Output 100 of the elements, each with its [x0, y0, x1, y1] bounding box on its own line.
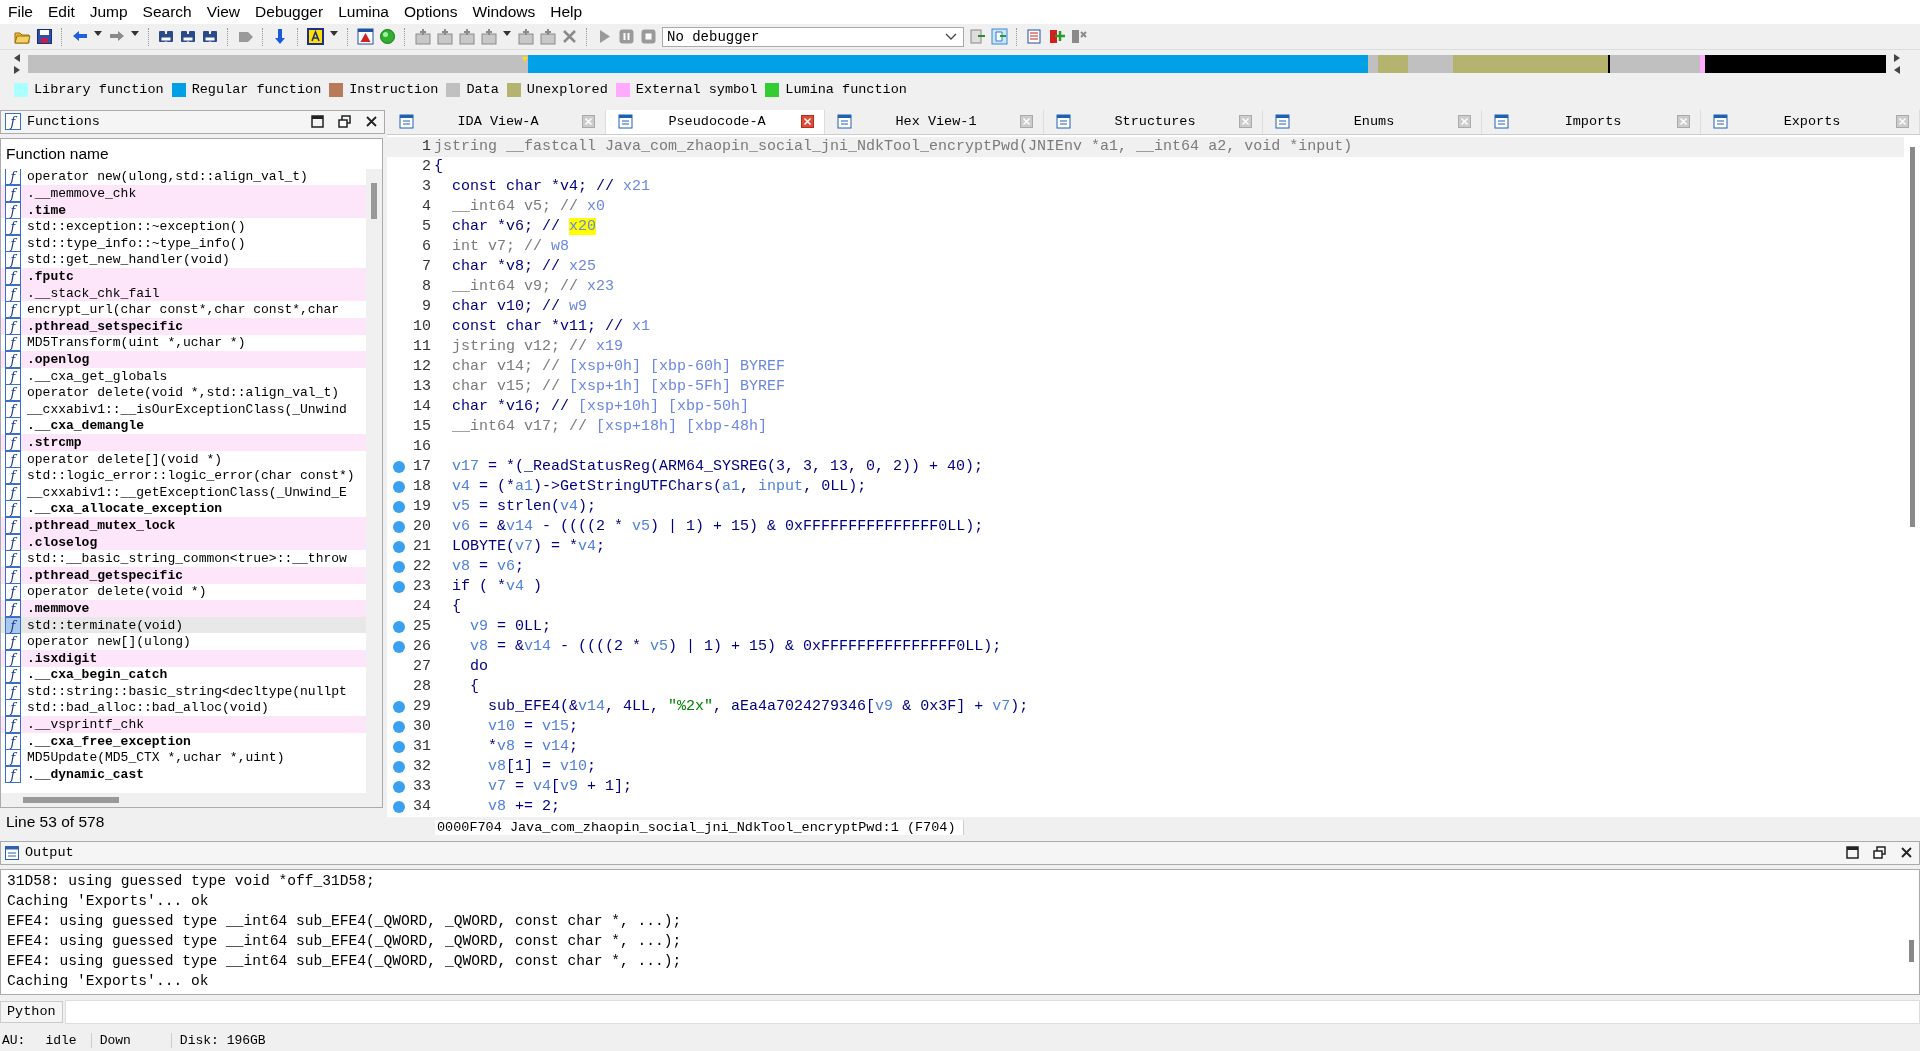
scroll-arrows-icon[interactable]	[12, 53, 22, 76]
function-row[interactable]: f encrypt_url(char const*,char const*,char	[1, 301, 366, 319]
list-icon[interactable]	[1026, 28, 1043, 45]
function-row[interactable]: f std::get_new_handler(void)	[1, 251, 366, 269]
function-row[interactable]: f .__cxa_get_globals	[1, 367, 366, 385]
breakpoint-dot[interactable]	[393, 640, 405, 653]
breakpoint-dot[interactable]	[393, 480, 405, 493]
add-icon[interactable]	[458, 28, 475, 45]
function-row[interactable]: f .isxdigit	[1, 649, 366, 667]
function-row[interactable]: f .__cxa_begin_catch	[1, 666, 366, 684]
function-icon: f	[5, 351, 21, 368]
function-row[interactable]: f .fputc	[1, 268, 366, 285]
scroll-arrows-icon[interactable]	[1892, 53, 1902, 76]
function-row[interactable]: f .__memmove_chk	[1, 185, 366, 202]
function-row[interactable]: f MD5Transform(uint *,uchar *)	[1, 334, 366, 352]
function-row[interactable]: f .__cxa_demangle	[1, 417, 366, 435]
function-row[interactable]: f .__vsprintf_chk	[1, 716, 366, 733]
letter-box-icon[interactable]	[307, 28, 324, 45]
function-row[interactable]: f MD5Update(MD5_CTX *,uchar *,uint)	[1, 749, 366, 767]
close-icon[interactable]	[801, 115, 814, 129]
breakpoint-dot[interactable]	[393, 540, 405, 553]
breakpoint-dot[interactable]	[393, 520, 405, 533]
add-icon[interactable]	[539, 28, 556, 45]
function-row[interactable]: f std::logic_error::logic_error(char const*)	[1, 467, 366, 484]
breakpoint-dot[interactable]	[393, 460, 405, 473]
function-row[interactable]: f .__cxa_free_exception	[1, 732, 366, 750]
function-row[interactable]: f operator delete[](void *)	[1, 450, 366, 468]
function-row[interactable]: f std::bad_alloc::bad_alloc(void)	[1, 699, 366, 717]
command-field[interactable]	[64, 999, 1920, 1024]
close-icon[interactable]	[365, 115, 378, 129]
add-icon[interactable]	[436, 28, 453, 45]
restore-icon[interactable]	[338, 115, 351, 129]
breakpoint-dot[interactable]	[393, 720, 405, 733]
add-icon[interactable]	[517, 28, 534, 45]
close-icon[interactable]	[1900, 846, 1913, 860]
function-row[interactable]: f .memmove	[1, 600, 366, 617]
restore-icon[interactable]	[1873, 846, 1886, 860]
maximize-icon[interactable]	[1846, 846, 1859, 860]
scrollbar-thumb[interactable]	[23, 796, 119, 803]
function-row[interactable]: f .__dynamic_cast	[1, 766, 366, 783]
breakpoint-dot[interactable]	[393, 580, 405, 593]
function-row[interactable]: f __cxxabiv1::__getExceptionClass(_Unwind_E	[1, 483, 366, 501]
scrollbar-thumb[interactable]	[1909, 146, 1915, 527]
menu-item[interactable]: Lumina	[332, 2, 398, 21]
breakpoint-dot[interactable]	[393, 760, 405, 773]
menu-item[interactable]: File	[2, 2, 42, 21]
status-text: idle	[45, 1033, 92, 1049]
stop-icon[interactable]	[640, 28, 657, 45]
column-header[interactable]: Function name	[1, 138, 382, 169]
function-row[interactable]: f operator new[](ulong)	[1, 633, 366, 650]
breakpoint-dot[interactable]	[393, 800, 405, 813]
tab[interactable]: Pseudocode-A	[606, 109, 825, 134]
breakpoint-dot[interactable]	[393, 700, 405, 713]
scrollbar-thumb[interactable]	[1908, 939, 1914, 962]
scrollbar-thumb[interactable]	[371, 182, 377, 219]
output-line: EFE4: using guessed type __int64 sub_EFE4(_QWORD, _QWORD, const char *, ...);	[7, 951, 683, 971]
breakpoint-dot[interactable]	[393, 560, 405, 573]
add-icon[interactable]	[480, 28, 497, 45]
function-row[interactable]: f .pthread_mutex_lock	[1, 517, 366, 534]
document-icon	[1494, 114, 1509, 130]
function-row[interactable]: f operator new(ulong,std::align_val_t)	[1, 168, 366, 186]
function-row[interactable]: f std::type_info::~type_info()	[1, 235, 366, 252]
function-row[interactable]: f .openlog	[1, 351, 366, 368]
function-row[interactable]: f .pthread_getspecific	[1, 566, 366, 584]
function-row[interactable]: f __cxxabiv1::__isOurExceptionClass(_Unwind	[1, 401, 366, 418]
breakpoint-dot[interactable]	[393, 500, 405, 513]
breakpoint-dot[interactable]	[393, 740, 405, 753]
circle-icon[interactable]	[379, 28, 396, 45]
function-row[interactable]: f std::__basic_string_common<true>::__throw	[1, 550, 366, 567]
function-row[interactable]: f .strcmp	[1, 434, 366, 451]
window-icon	[5, 845, 19, 860]
maximize-icon[interactable]	[311, 115, 324, 129]
line-number: 2	[421, 158, 432, 176]
warning-window-icon[interactable]	[357, 28, 374, 45]
interpreter-button[interactable]: Python	[0, 1000, 63, 1023]
function-row[interactable]: f std::exception::~exception()	[1, 218, 366, 236]
menu-item[interactable]: Windows	[466, 2, 545, 21]
add-icon[interactable]	[414, 28, 431, 45]
function-row[interactable]: f std::string::basic_string<decltype(nullpt	[1, 683, 366, 700]
breakpoint-dot[interactable]	[393, 620, 405, 633]
pause-icon[interactable]	[618, 28, 635, 45]
function-row[interactable]: f operator delete(void *)	[1, 583, 366, 601]
menu-item[interactable]: Options	[398, 2, 467, 21]
save-icon[interactable]	[36, 28, 53, 45]
menu-item[interactable]: Jump	[83, 2, 137, 21]
debugger-icon[interactable]	[991, 28, 1008, 45]
line-number: 26	[412, 638, 432, 656]
chevron-icon[interactable]	[945, 32, 957, 41]
function-row[interactable]: f .__cxa_allocate_exception	[1, 500, 366, 518]
menu-item[interactable]: Help	[544, 2, 592, 21]
function-row[interactable]: f operator delete(void *,std::align_val_t)	[1, 384, 366, 401]
delete-icon[interactable]	[561, 28, 578, 45]
menu-item[interactable]: View	[200, 2, 250, 21]
debugger-select[interactable]: No debugger	[662, 26, 964, 47]
breakpoint-dot[interactable]	[393, 780, 405, 793]
code-line: if ( *v4 )	[451, 578, 543, 596]
menu-item[interactable]: Edit	[42, 2, 84, 21]
menu-item[interactable]: Debugger	[249, 2, 333, 21]
function-row[interactable]: f .pthread_setspecific	[1, 318, 366, 335]
menu-item[interactable]: Search	[136, 2, 201, 21]
